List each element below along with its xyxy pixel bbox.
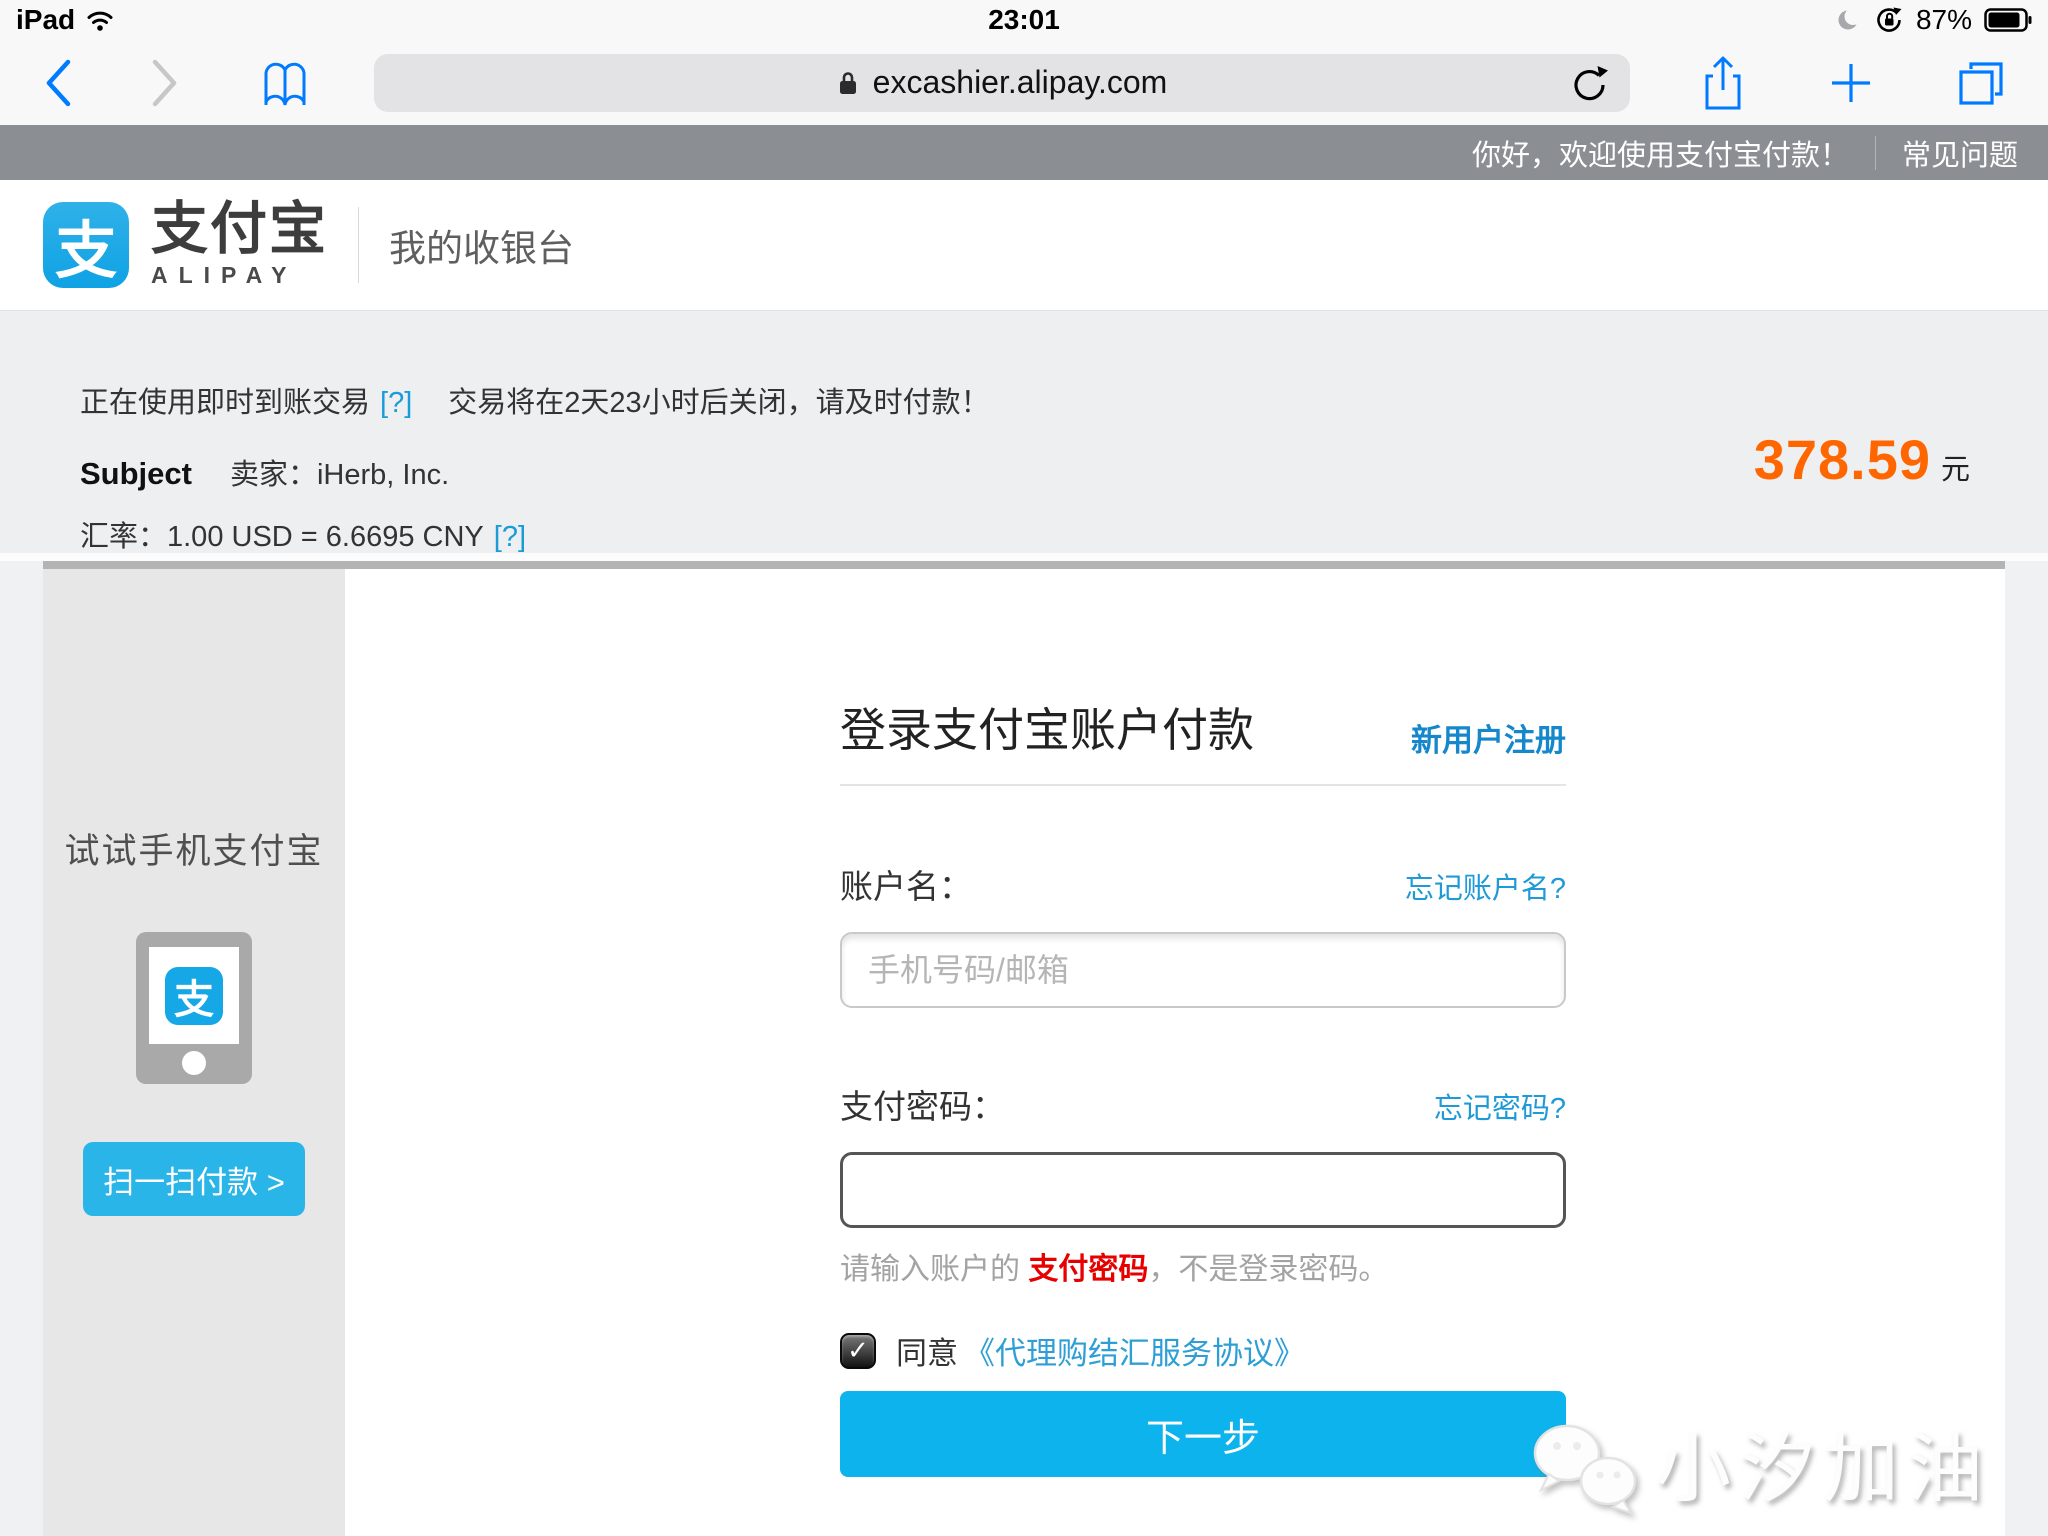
payment-panel: 试试手机支付宝 支 扫一扫付款 > 登录支付宝账户付款 新用户注册	[43, 561, 2005, 1536]
login-header: 登录支付宝账户付款 新用户注册	[840, 694, 1566, 760]
battery-icon	[1984, 8, 2032, 32]
mobile-promo-sidebar: 试试手机支付宝 支 扫一扫付款 >	[43, 569, 345, 1536]
transaction-notice: 正在使用即时到账交易 [?] 交易将在2天23小时后关闭，请及时付款！	[80, 311, 1970, 421]
lock-icon	[837, 68, 859, 98]
browser-toolbar: excashier.alipay.com	[0, 40, 2048, 125]
new-tab-icon	[1828, 60, 1874, 106]
site-header: 支 支付宝 ALIPAY 我的收银台	[0, 180, 2048, 310]
password-label: 支付密码：	[840, 1080, 1005, 1128]
rate-text: 汇率：1.00 USD = 6.6695 CNY	[80, 513, 484, 555]
price-block: 378.59 元	[1754, 427, 1970, 492]
moon-icon	[1836, 7, 1862, 33]
battery-percent: 87%	[1916, 4, 1972, 36]
forgot-password-link[interactable]: 忘记密码?	[1434, 1085, 1566, 1127]
alipay-logo-glyph: 支	[55, 200, 117, 290]
agreement-row: ✓ 同意 《代理购结汇服务协议》	[840, 1328, 1566, 1373]
watermark: 小汐加油	[1527, 1407, 1991, 1526]
refresh-button[interactable]	[1570, 62, 1610, 104]
login-content: 登录支付宝账户付款 新用户注册 账户名： 忘记账户名? 支付密码： 忘记密码?	[345, 569, 2005, 1536]
next-step-button[interactable]: 下一步	[840, 1391, 1566, 1477]
status-bar-right: 87%	[1836, 4, 2032, 36]
share-button[interactable]	[1700, 54, 1746, 112]
account-input[interactable]	[840, 932, 1566, 1008]
back-icon	[42, 58, 74, 108]
forgot-account-link[interactable]: 忘记账户名?	[1405, 865, 1566, 907]
notice-text: 正在使用即时到账交易	[80, 379, 370, 421]
notice-deadline: 交易将在2天23小时后关闭，请及时付款！	[448, 379, 989, 421]
login-title: 登录支付宝账户付款	[840, 694, 1254, 760]
main-area: 试试手机支付宝 支 扫一扫付款 > 登录支付宝账户付款 新用户注册	[0, 561, 2048, 1536]
hint-prefix: 请输入账户的	[840, 1253, 1028, 1286]
phone-home-button	[182, 1051, 206, 1075]
agree-label: 同意	[896, 1328, 958, 1373]
back-button[interactable]	[42, 58, 74, 108]
subject-label: Subject	[80, 456, 192, 492]
phone-screen: 支	[149, 947, 239, 1044]
scan-to-pay-button[interactable]: 扫一扫付款 >	[83, 1142, 305, 1216]
tabs-icon	[1956, 58, 2006, 108]
welcome-divider	[1875, 136, 1876, 170]
subject-row: Subject 卖家：iHerb, Inc.	[80, 451, 1970, 493]
refresh-icon	[1570, 62, 1610, 104]
faq-link[interactable]: 常见问题	[1902, 132, 2018, 174]
notice-help-link[interactable]: [?]	[380, 387, 412, 420]
order-summary: 正在使用即时到账交易 [?] 交易将在2天23小时后关闭，请及时付款！ Subj…	[0, 310, 2048, 553]
forward-button[interactable]	[149, 58, 181, 108]
agreement-link[interactable]: 《代理购结汇服务协议》	[964, 1328, 1305, 1373]
tabs-button[interactable]	[1956, 58, 2006, 108]
register-link[interactable]: 新用户注册	[1411, 715, 1566, 760]
agreement-checkbox[interactable]: ✓	[840, 1333, 876, 1369]
url-bar[interactable]: excashier.alipay.com	[374, 54, 1630, 112]
rotation-lock-icon	[1874, 5, 1904, 35]
hint-emphasis: 支付密码	[1028, 1253, 1148, 1286]
header-divider	[358, 207, 359, 283]
welcome-bar: 你好，欢迎使用支付宝付款！ 常见问题	[0, 125, 2048, 180]
alipay-logo-icon: 支	[43, 202, 129, 288]
phone-alipay-logo-icon: 支	[165, 967, 223, 1025]
page-title: 我的收银台	[389, 218, 574, 272]
watermark-text: 小汐加油	[1655, 1407, 1991, 1517]
promo-title: 试试手机支付宝	[64, 823, 323, 874]
account-field-header: 账户名： 忘记账户名?	[840, 860, 1566, 908]
new-tab-button[interactable]	[1828, 60, 1874, 106]
exchange-rate-row: 汇率：1.00 USD = 6.6695 CNY [?]	[80, 513, 1970, 555]
forward-icon	[149, 58, 181, 108]
password-input[interactable]	[840, 1152, 1566, 1228]
amount-value: 378.59	[1754, 427, 1931, 492]
phone-logo-glyph: 支	[174, 967, 214, 1025]
alipay-brand: 支付宝 ALIPAY	[151, 201, 328, 289]
status-bar: iPad 23:01	[0, 0, 2048, 40]
url-text: excashier.alipay.com	[873, 64, 1168, 101]
bookmarks-icon	[256, 57, 314, 109]
rate-help-link[interactable]: [?]	[494, 521, 526, 554]
checkmark-icon: ✓	[847, 1335, 869, 1366]
clock: 23:01	[0, 4, 2048, 36]
hint-suffix: ，不是登录密码。	[1148, 1253, 1388, 1286]
phone-icon: 支	[136, 932, 252, 1084]
login-form: 登录支付宝账户付款 新用户注册 账户名： 忘记账户名? 支付密码： 忘记密码?	[840, 694, 1566, 1477]
welcome-text: 你好，欢迎使用支付宝付款！	[1472, 132, 1849, 174]
password-field-header: 支付密码： 忘记密码?	[840, 1080, 1566, 1128]
brand-name-en: ALIPAY	[151, 262, 298, 289]
brand-name-cn: 支付宝	[151, 201, 328, 258]
seller-text: 卖家：iHerb, Inc.	[230, 451, 449, 493]
currency-unit: 元	[1941, 446, 1970, 488]
share-icon	[1700, 54, 1746, 112]
bookmarks-button[interactable]	[256, 57, 314, 109]
toolbar-right	[1700, 54, 2006, 112]
login-header-divider	[840, 784, 1566, 786]
alipay-cashier-page: iPad 23:01	[0, 0, 2048, 1536]
password-hint: 请输入账户的 支付密码，不是登录密码。	[840, 1244, 1566, 1288]
account-label: 账户名：	[840, 860, 972, 908]
